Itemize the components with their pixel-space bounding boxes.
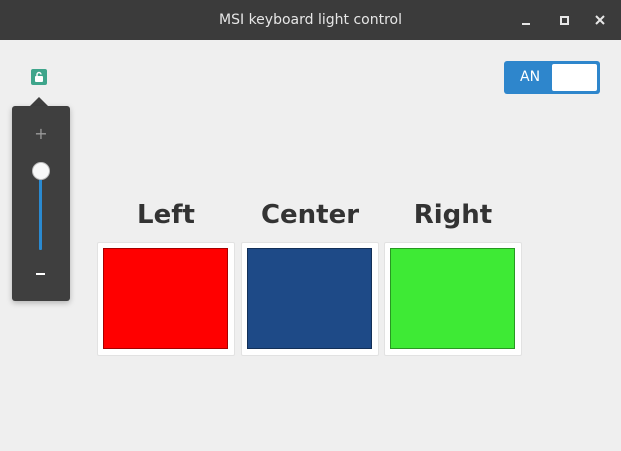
zone-title-right: Right (413, 200, 493, 230)
zone-title-left: Left (137, 200, 195, 230)
brightness-decrease-button[interactable] (29, 264, 53, 284)
color-swatch-right (390, 248, 515, 349)
popover-arrow (30, 97, 48, 106)
maximize-button[interactable] (552, 8, 576, 32)
color-button-right[interactable] (384, 242, 522, 356)
power-toggle[interactable]: AN (504, 61, 600, 94)
color-button-left[interactable] (97, 242, 235, 356)
minimize-button[interactable] (514, 8, 538, 32)
zone-title-center: Center (260, 200, 360, 230)
maximize-icon (560, 16, 569, 25)
minimize-icon (522, 23, 530, 25)
close-button[interactable] (588, 8, 612, 32)
minus-icon (36, 273, 45, 275)
brightness-slider-track[interactable] (39, 170, 42, 250)
color-swatch-center (247, 248, 372, 349)
color-swatch-left (103, 248, 228, 349)
power-toggle-knob (552, 64, 597, 91)
title-bar: MSI keyboard light control (0, 0, 621, 40)
color-button-center[interactable] (241, 242, 379, 356)
brightness-popover: + (12, 106, 70, 301)
brightness-slider-handle[interactable] (32, 161, 50, 180)
brightness-increase-button[interactable]: + (29, 124, 53, 144)
power-toggle-label: AN (520, 69, 541, 85)
brightness-icon[interactable] (31, 69, 47, 85)
close-icon (595, 15, 605, 25)
brightness-glyph (35, 71, 43, 82)
